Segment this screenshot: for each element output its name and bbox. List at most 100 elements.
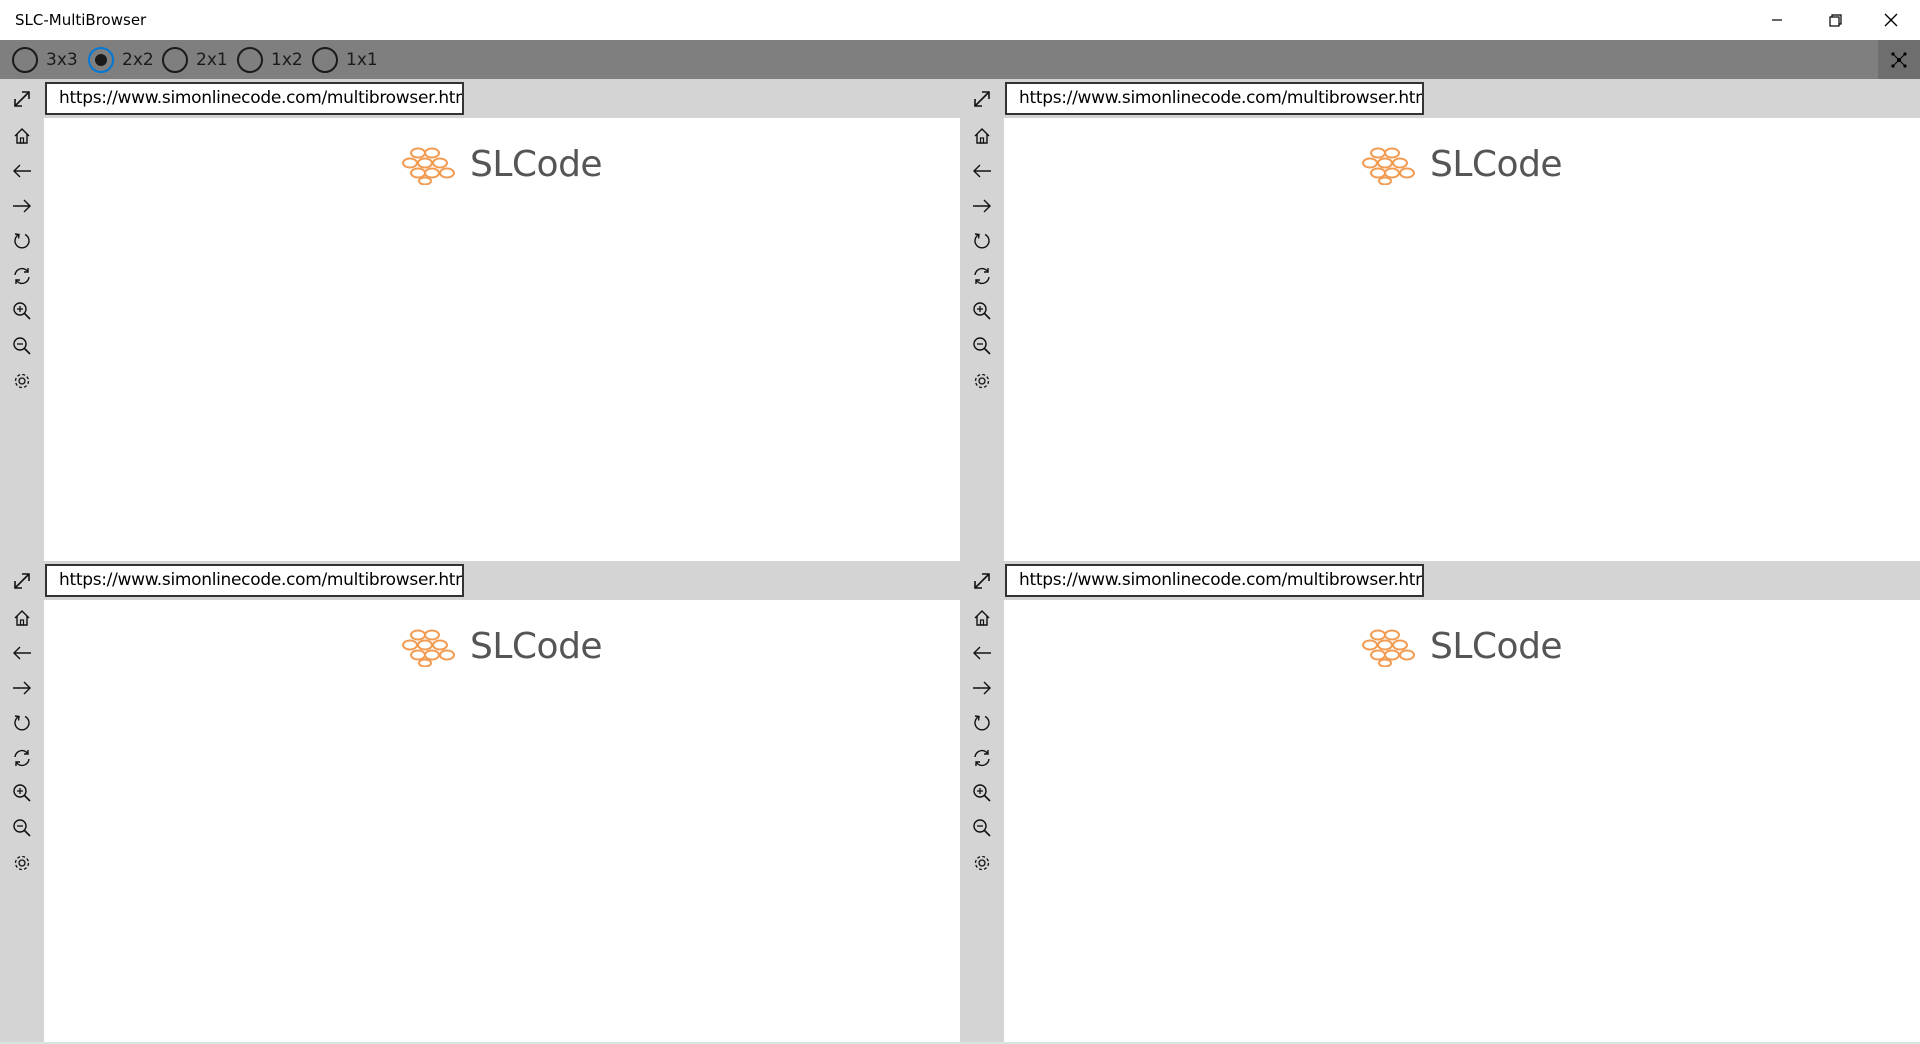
radio-label: 1x1 <box>346 50 378 70</box>
zoom-in-button[interactable] <box>970 299 994 323</box>
scatter-icon <box>1891 51 1907 68</box>
back-button[interactable] <box>10 159 34 183</box>
settings-button[interactable] <box>970 369 994 393</box>
slcode-logo[interactable]: SLCode <box>1360 144 1563 185</box>
radio-circle[interactable] <box>237 47 263 73</box>
expand-pane-button[interactable] <box>0 79 44 118</box>
window-title: SLC-MultiBrowser <box>15 11 147 29</box>
web-content[interactable]: SLCode <box>44 600 960 1044</box>
browser-pane-2: https://www.simonlinecode.com/multibrows… <box>960 79 1920 561</box>
forward-button[interactable] <box>970 194 994 218</box>
sync-button[interactable] <box>970 746 994 770</box>
home-icon <box>974 610 990 626</box>
layout-radio-1x1[interactable]: 1x1 <box>312 47 378 73</box>
web-content[interactable]: SLCode <box>1004 600 1920 1044</box>
home-button[interactable] <box>10 124 34 148</box>
zoom-out-button[interactable] <box>10 334 34 358</box>
slcode-logo[interactable]: SLCode <box>400 626 603 667</box>
web-content[interactable]: SLCode <box>44 118 960 561</box>
zoom-in-button[interactable] <box>10 781 34 805</box>
forward-arrow-icon <box>973 681 991 695</box>
settings-button[interactable] <box>10 369 34 393</box>
expand-icon <box>14 572 30 589</box>
url-bar: https://www.simonlinecode.com/multibrows… <box>44 561 960 600</box>
sync-button[interactable] <box>10 264 34 288</box>
layout-radio-1x2[interactable]: 1x2 <box>237 47 303 73</box>
scatter-windows-button[interactable] <box>1878 40 1920 79</box>
settings-button[interactable] <box>10 851 34 875</box>
url-bar: https://www.simonlinecode.com/multibrows… <box>1004 79 1920 118</box>
radio-circle[interactable] <box>12 47 38 73</box>
logo-text: SLCode <box>1430 144 1563 185</box>
zoom-in-button[interactable] <box>970 781 994 805</box>
zoom-out-icon <box>13 337 31 355</box>
expand-icon <box>974 90 990 107</box>
expand-pane-button[interactable] <box>960 561 1004 600</box>
close-icon <box>1884 13 1898 27</box>
title-bar: SLC-MultiBrowser <box>0 0 1920 40</box>
url-input[interactable]: https://www.simonlinecode.com/multibrows… <box>45 564 464 597</box>
expand-icon <box>14 90 30 107</box>
settings-gear-icon <box>974 855 990 871</box>
forward-arrow-icon <box>973 199 991 213</box>
radio-circle-selected[interactable] <box>88 47 114 73</box>
zoom-in-icon <box>973 302 991 320</box>
radio-label: 2x1 <box>196 50 228 70</box>
zoom-out-button[interactable] <box>10 816 34 840</box>
radio-label: 2x2 <box>122 50 154 70</box>
expand-pane-button[interactable] <box>0 561 44 600</box>
back-button[interactable] <box>970 641 994 665</box>
web-content[interactable]: SLCode <box>1004 118 1920 561</box>
honeycomb-logo-icon <box>1362 147 1415 185</box>
settings-gear-icon <box>974 373 990 389</box>
back-arrow-icon <box>13 164 31 178</box>
radio-dot <box>95 54 107 66</box>
close-button[interactable] <box>1862 0 1920 40</box>
zoom-in-icon <box>13 302 31 320</box>
reload-button[interactable] <box>970 711 994 735</box>
home-icon <box>974 128 990 144</box>
url-input[interactable]: https://www.simonlinecode.com/multibrows… <box>1005 82 1424 115</box>
layout-toolbar: 3x3 2x2 2x1 1x2 1x1 <box>0 40 1920 79</box>
sync-icon <box>14 267 30 285</box>
reload-icon <box>14 715 30 731</box>
pane-sidebar <box>960 79 1004 561</box>
restore-button[interactable] <box>1806 0 1864 40</box>
home-button[interactable] <box>970 606 994 630</box>
layout-radio-2x2[interactable]: 2x2 <box>88 47 154 73</box>
pane-sidebar <box>0 561 44 1044</box>
back-button[interactable] <box>10 641 34 665</box>
reload-icon <box>974 233 990 249</box>
home-button[interactable] <box>10 606 34 630</box>
reload-icon <box>14 233 30 249</box>
logo-text: SLCode <box>1430 626 1563 667</box>
slcode-logo[interactable]: SLCode <box>400 144 603 185</box>
sync-button[interactable] <box>10 746 34 770</box>
back-button[interactable] <box>970 159 994 183</box>
url-input[interactable]: https://www.simonlinecode.com/multibrows… <box>45 82 464 115</box>
layout-radio-3x3[interactable]: 3x3 <box>12 47 78 73</box>
home-button[interactable] <box>970 124 994 148</box>
forward-button[interactable] <box>970 676 994 700</box>
zoom-out-button[interactable] <box>970 816 994 840</box>
zoom-out-button[interactable] <box>970 334 994 358</box>
minimize-button[interactable] <box>1748 0 1806 40</box>
zoom-in-button[interactable] <box>10 299 34 323</box>
layout-radio-2x1[interactable]: 2x1 <box>162 47 228 73</box>
expand-pane-button[interactable] <box>960 79 1004 118</box>
radio-circle[interactable] <box>312 47 338 73</box>
forward-button[interactable] <box>10 194 34 218</box>
back-arrow-icon <box>13 646 31 660</box>
reload-button[interactable] <box>10 711 34 735</box>
url-input[interactable]: https://www.simonlinecode.com/multibrows… <box>1005 564 1424 597</box>
forward-button[interactable] <box>10 676 34 700</box>
sync-button[interactable] <box>970 264 994 288</box>
radio-circle[interactable] <box>162 47 188 73</box>
settings-button[interactable] <box>970 851 994 875</box>
reload-button[interactable] <box>970 229 994 253</box>
reload-button[interactable] <box>10 229 34 253</box>
forward-arrow-icon <box>13 199 31 213</box>
slcode-logo[interactable]: SLCode <box>1360 626 1563 667</box>
reload-icon <box>974 715 990 731</box>
browser-pane-3: https://www.simonlinecode.com/multibrows… <box>0 561 960 1044</box>
